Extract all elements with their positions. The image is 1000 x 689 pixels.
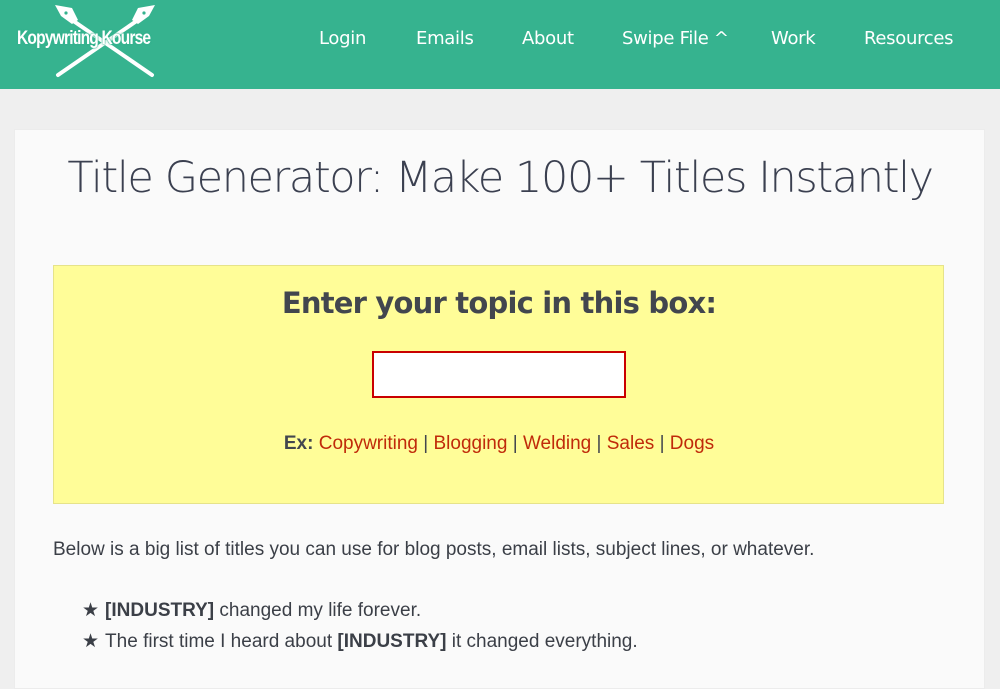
star-icon: ★ <box>82 600 100 621</box>
industry-keyword: [INDUSTRY] <box>105 600 215 621</box>
page-title: Title Generator: Make 100+ Titles Instan… <box>67 153 934 203</box>
example-link-welding[interactable]: Welding <box>523 433 591 454</box>
topic-input[interactable] <box>372 351 626 398</box>
separator: | <box>512 433 523 454</box>
separator: | <box>596 433 607 454</box>
industry-keyword: [INDUSTRY] <box>337 631 447 652</box>
title-text-before: The first time I heard about <box>105 631 338 652</box>
separator: | <box>659 433 670 454</box>
star-icon: ★ <box>82 631 100 652</box>
nav-work[interactable]: Work <box>771 26 816 52</box>
nav-about[interactable]: About <box>522 26 574 52</box>
intro-text: Below is a big list of titles you can us… <box>53 539 815 560</box>
title-list: ★ [INDUSTRY] changed my life forever. ★ Th… <box>82 598 638 660</box>
nav-resources[interactable]: Resources <box>864 26 954 52</box>
nav-emails[interactable]: Emails <box>416 26 474 52</box>
topic-examples: Ex: Copywriting | Blogging | Welding | S… <box>0 432 998 456</box>
example-link-dogs[interactable]: Dogs <box>670 433 714 454</box>
title-text-after: changed my life forever. <box>214 600 422 621</box>
main-nav: Login Emails About Swipe File ^ Work Res… <box>0 26 1000 54</box>
nav-login[interactable]: Login <box>319 26 366 52</box>
example-link-blogging[interactable]: Blogging <box>433 433 507 454</box>
example-link-copywriting[interactable]: Copywriting <box>319 433 418 454</box>
list-item: ★ [INDUSTRY] changed my life forever. <box>82 598 638 629</box>
site-header: Kopywriting Kourse Login Emails About Sw… <box>0 0 1000 89</box>
separator: | <box>423 433 434 454</box>
examples-label: Ex: <box>283 433 319 454</box>
nav-swipe-file[interactable]: Swipe File ^ <box>622 26 729 52</box>
list-item: ★ The first time I heard about [INDUSTRY]… <box>82 629 638 660</box>
topic-heading: Enter your topic in this box: <box>281 286 717 320</box>
example-link-sales[interactable]: Sales <box>607 433 655 454</box>
title-text-after: it changed everything. <box>446 631 638 652</box>
